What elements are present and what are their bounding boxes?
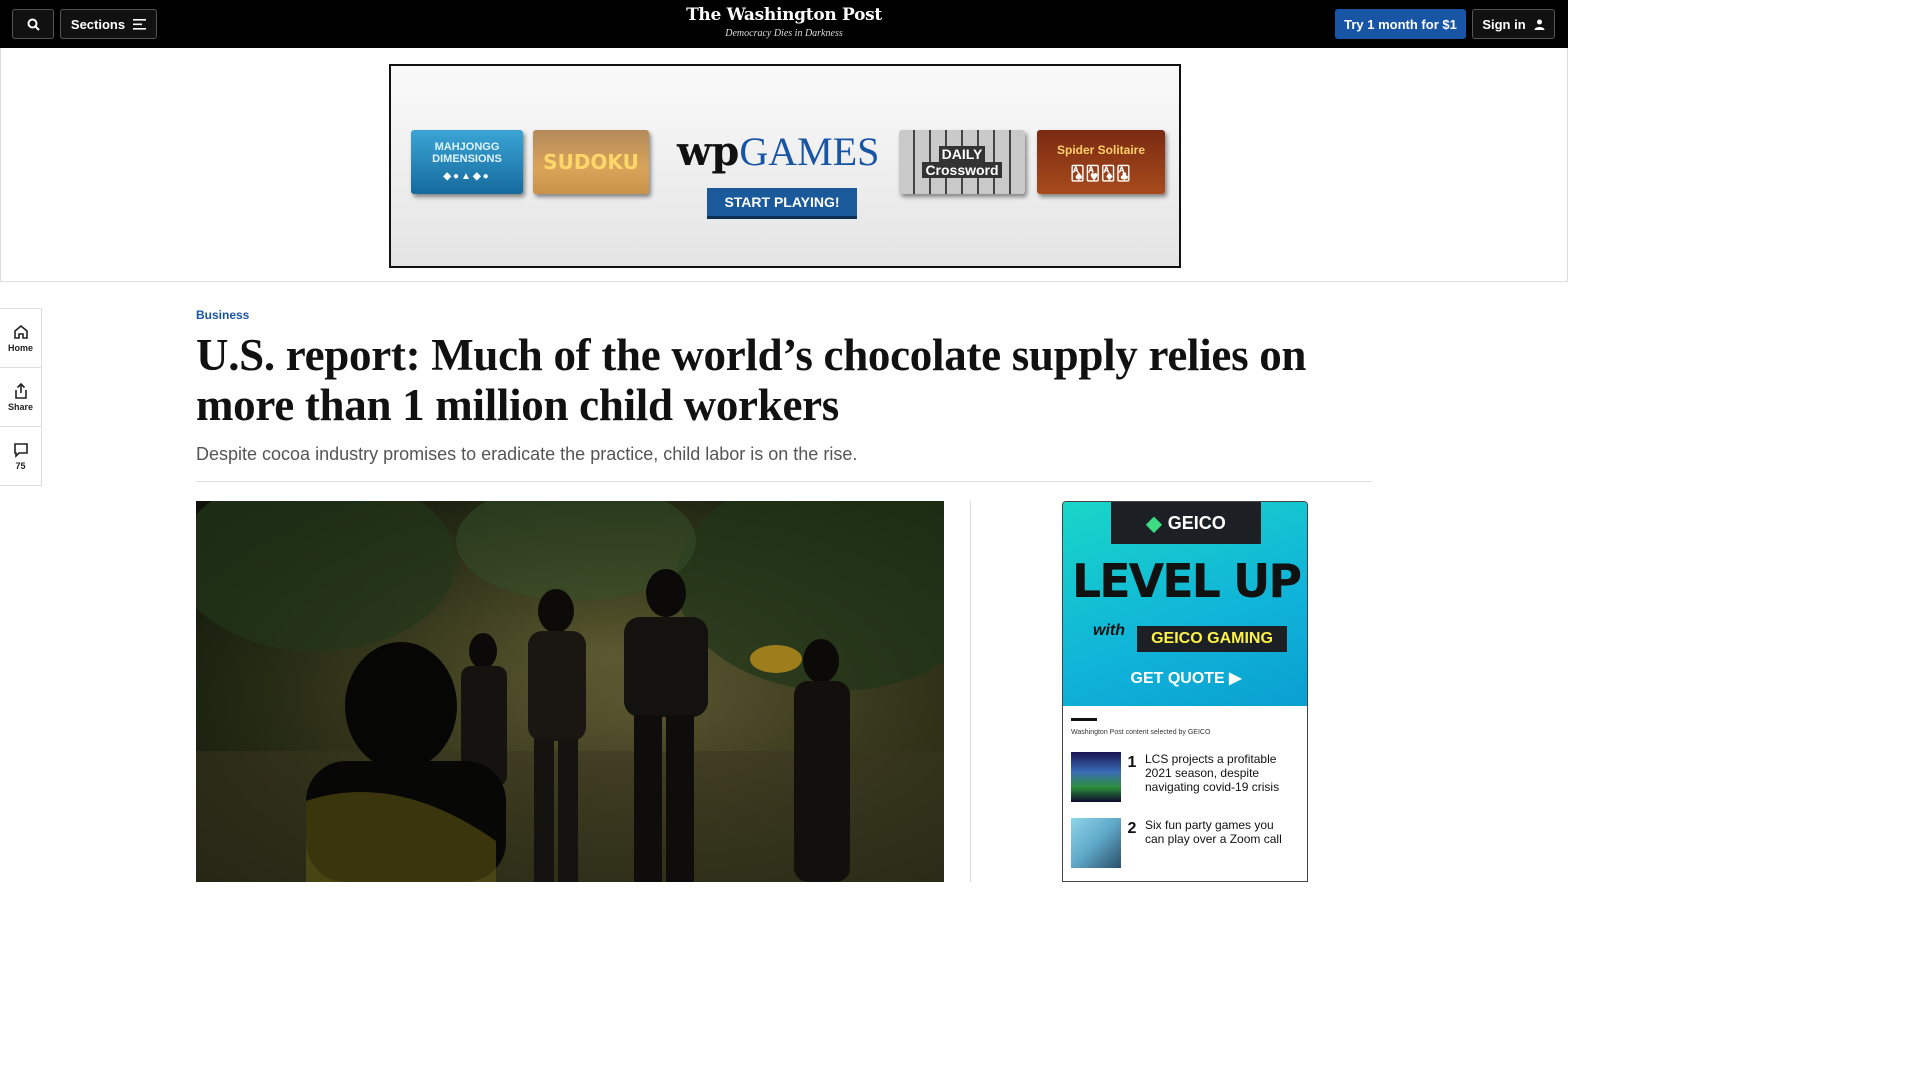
- geico-g-icon: ◆: [1146, 512, 1162, 535]
- daily-crossword-tile[interactable]: DAILY Crossword: [899, 130, 1025, 194]
- crossword-title-line2: Crossword: [922, 162, 1002, 178]
- level-up-headline: LEVEL UP: [1071, 554, 1302, 608]
- top-navigation-bar: Sections The Washington Post Democracy D…: [0, 0, 1568, 48]
- share-icon: [14, 382, 27, 399]
- promo-headline[interactable]: Six fun party games you can play over a …: [1145, 818, 1295, 846]
- sign-in-button[interactable]: Sign in: [1472, 9, 1555, 39]
- sudoku-title: SUDOKU: [543, 150, 639, 174]
- promo-number: 1: [1127, 754, 1137, 771]
- header-divider: [196, 481, 1372, 482]
- logo-name: The Washington Post: [686, 5, 882, 25]
- hamburger-icon: [133, 18, 147, 30]
- search-icon: [27, 18, 40, 31]
- promo-thumbnail[interactable]: [1071, 818, 1121, 868]
- promo-item[interactable]: 2 Six fun party games you can play over …: [1071, 818, 1299, 868]
- wp-games-banner-ad[interactable]: MAHJONGG DIMENSIONS ◆●▲◆● SUDOKU wpGAMES…: [389, 64, 1181, 268]
- article-subheadline: Despite cocoa industry promises to eradi…: [196, 444, 858, 464]
- comment-icon: [13, 443, 28, 458]
- sudoku-tile[interactable]: SUDOKU: [533, 130, 649, 194]
- section-kicker[interactable]: Business: [196, 308, 249, 322]
- spider-solitaire-title: Spider Solitaire: [1056, 142, 1146, 157]
- sponsor-disclosure: Washington Post content selected by GEIC…: [1071, 729, 1211, 736]
- geico-brand: GEICO: [1167, 512, 1226, 533]
- user-icon: [1534, 19, 1545, 30]
- section-rule: [1071, 718, 1097, 721]
- crossword-title-line1: DAILY: [938, 146, 986, 162]
- sign-in-label: Sign in: [1482, 16, 1526, 32]
- geico-gaming-label: GEICO GAMING: [1137, 626, 1287, 652]
- geico-sidebar-ad[interactable]: ◆ GEICO LEVEL UP with GEICO GAMING GET Q…: [1062, 501, 1308, 882]
- column-divider: [970, 501, 971, 882]
- mahjongg-tiles-icon: ◆●▲◆●: [443, 171, 491, 182]
- promo-headline[interactable]: LCS projects a profitable 2021 season, d…: [1145, 752, 1295, 794]
- site-logo[interactable]: The Washington Post Democracy Dies in Da…: [684, 5, 884, 39]
- article-action-rail: Home Share 75: [0, 308, 42, 486]
- photo-scene: [196, 501, 944, 882]
- banner-ad-container: MAHJONGG DIMENSIONS ◆●▲◆● SUDOKU wpGAMES…: [0, 48, 1568, 282]
- promo-number: 2: [1127, 820, 1137, 837]
- geico-gaming-logo: ◆ GEICO: [1111, 502, 1261, 544]
- share-button[interactable]: Share: [0, 368, 41, 427]
- wp-mark: wp: [677, 128, 740, 175]
- subscribe-button[interactable]: Try 1 month for $1: [1335, 9, 1466, 39]
- with-label: with: [1093, 622, 1125, 639]
- home-icon: [13, 324, 28, 339]
- playing-cards-icon: 🂡🂱🃁🃑: [1070, 164, 1132, 181]
- sections-label: Sections: [70, 16, 126, 32]
- geico-ad-creative[interactable]: ◆ GEICO LEVEL UP with GEICO GAMING GET Q…: [1063, 502, 1307, 706]
- games-wordmark: GAMES: [739, 129, 880, 174]
- mahjongg-title: MAHJONGG: [434, 141, 500, 153]
- comments-button[interactable]: 75: [0, 427, 41, 486]
- get-quote-button[interactable]: GET QUOTE ▶: [1063, 668, 1307, 688]
- comments-count: 75: [15, 461, 26, 471]
- home-button[interactable]: Home: [0, 309, 41, 368]
- search-button[interactable]: [12, 9, 54, 39]
- spider-solitaire-tile[interactable]: Spider Solitaire 🂡🂱🃁🃑: [1037, 130, 1165, 194]
- start-playing-button[interactable]: START PLAYING!: [707, 188, 857, 216]
- promo-thumbnail[interactable]: [1071, 752, 1121, 802]
- home-label: Home: [7, 342, 33, 353]
- sections-menu-button[interactable]: Sections: [60, 9, 157, 39]
- mahjongg-subtitle: DIMENSIONS: [432, 153, 502, 165]
- mahjongg-dimensions-tile[interactable]: MAHJONGG DIMENSIONS ◆●▲◆●: [411, 130, 523, 194]
- logo-tagline: Democracy Dies in Darkness: [725, 28, 843, 39]
- wp-games-logo: wpGAMES: [677, 128, 879, 175]
- promo-item[interactable]: 1 LCS projects a profitable 2021 season,…: [1071, 752, 1299, 802]
- sponsored-content-list: Washington Post content selected by GEIC…: [1063, 706, 1307, 868]
- lead-photo: [196, 501, 944, 882]
- article-headline: U.S. report: Much of the world’s chocola…: [196, 330, 1307, 430]
- share-label: Share: [7, 401, 33, 412]
